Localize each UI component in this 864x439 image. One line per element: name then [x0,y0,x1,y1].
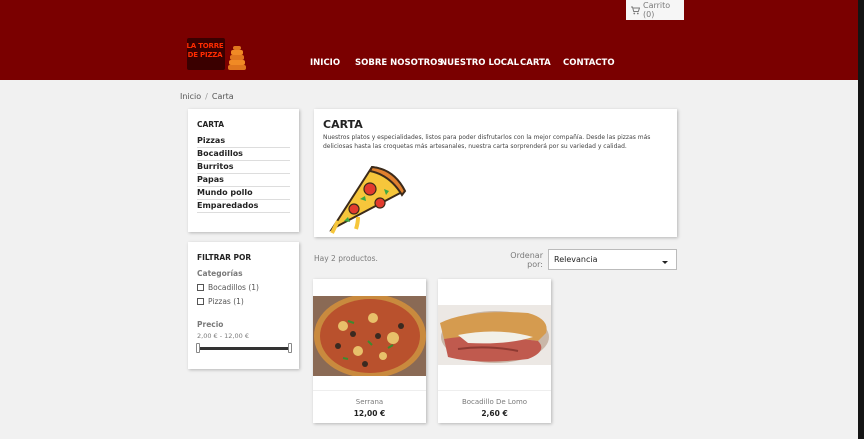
facet-price-title: Precio [197,320,224,329]
shopping-cart-icon [631,6,641,15]
sort-select[interactable]: Relevancia [548,249,677,270]
product-name[interactable]: Serrana [313,398,426,406]
category-description-block: CARTA Nuestros platos y especialidades, … [314,109,677,237]
product-card[interactable]: Bocadillo De Lomo 2,60 € [438,279,551,423]
category-papas[interactable]: Papas [197,174,290,187]
chevron-down-icon [662,261,668,264]
price-slider-min-handle[interactable] [196,343,200,353]
logo-line-1: LA TORRE [186,42,224,50]
product-card[interactable]: Serrana 12,00 € [313,279,426,423]
nav-inicio[interactable]: INICIO [310,58,340,68]
logo-line-2: DE PIZZA [187,51,223,59]
category-pizzas[interactable]: Pizzas [197,135,290,148]
category-mundo-pollo[interactable]: Mundo pollo [197,187,290,200]
category-tree: CARTA Pizzas Bocadillos Burritos Papas M… [188,109,299,232]
nav-contacto[interactable]: CONTACTO [563,58,615,68]
filter-bocadillos[interactable]: Bocadillos (1) [197,283,259,292]
category-burritos[interactable]: Burritos [197,161,290,174]
filters-title: FILTRAR POR [197,253,252,262]
sort-label: Ordenar por: [505,251,543,269]
product-price: 2,60 € [481,409,508,418]
sort-label-line-1: Ordenar [510,251,543,260]
price-slider-max-handle[interactable] [288,343,292,353]
filter-pizzas[interactable]: Pizzas (1) [197,297,244,306]
search-filters: FILTRAR POR Categorías Bocadillos (1) Pi… [188,242,299,369]
category-description: Nuestros platos y especialidades, listos… [323,134,651,150]
product-count: Hay 2 productos. [314,254,378,263]
product-image-serrana[interactable] [313,296,426,376]
sort-select-value: Relevancia [554,255,598,264]
window-edge [858,0,864,439]
nav-carta[interactable]: CARTA [520,58,551,68]
site-logo[interactable]: LA TORRE DE PIZZA [186,36,250,72]
category-heading: CARTA [323,118,363,131]
site-header [0,0,864,80]
cart-button[interactable]: Carrito (0) [626,0,684,20]
breadcrumb-separator: / [205,92,208,101]
checkbox[interactable] [197,298,204,305]
cart-label: Carrito (0) [643,1,671,19]
category-emparedados[interactable]: Emparedados [197,200,290,213]
breadcrumb-home[interactable]: Inicio [180,92,201,101]
category-tree-title: CARTA [197,120,225,129]
price-slider[interactable] [198,347,291,350]
filter-bocadillos-label: Bocadillos (1) [208,283,259,292]
nav-sobre-nosotros[interactable]: SOBRE NOSOTROS [355,58,444,68]
nav-nuestro-local[interactable]: NUESTRO LOCAL [440,58,519,68]
price-range-text: 2,00 € - 12,00 € [197,332,249,340]
filter-pizzas-label: Pizzas (1) [208,297,244,306]
checkbox[interactable] [197,284,204,291]
pizza-slice-image [329,165,407,234]
breadcrumb-current[interactable]: Carta [212,92,234,101]
category-bocadillos[interactable]: Bocadillos [197,148,290,161]
pizza-tower-icon [228,46,246,70]
facet-categories-title: Categorías [197,269,243,278]
breadcrumb: Inicio / Carta [180,92,234,101]
sort-label-line-2: por: [527,260,543,269]
product-price: 12,00 € [353,409,386,418]
product-name[interactable]: Bocadillo De Lomo [438,398,551,406]
product-image-bocadillo-de-lomo[interactable] [438,305,551,365]
